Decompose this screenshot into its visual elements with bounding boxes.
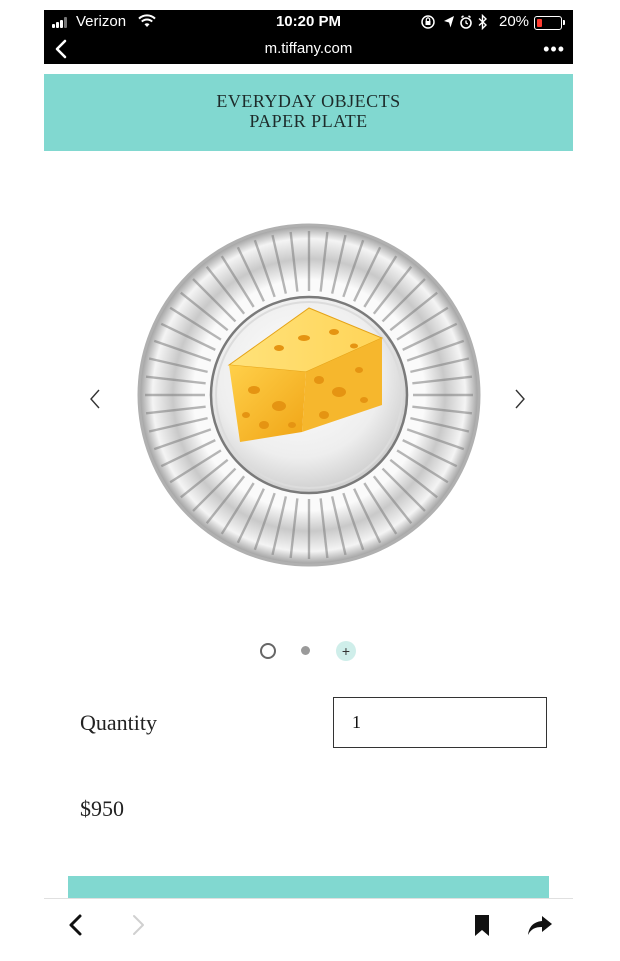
product-image [137,223,481,567]
share-icon[interactable] [526,911,554,939]
location-arrow-icon [444,16,454,28]
chevron-left-icon[interactable] [88,388,102,410]
status-icons [421,14,488,30]
indicator-dot-current[interactable] [260,643,276,659]
product-collection: EVERYDAY OBJECTS [216,91,401,111]
carousel-indicators: + [44,641,573,661]
product-name: PAPER PLATE [249,111,368,131]
product-title-banner: EVERYDAY OBJECTS PAPER PLATE [44,74,573,151]
battery-icon [534,16,565,30]
plus-icon[interactable]: + [336,641,356,661]
system-status-row: Verizon 10:20 PM 20% [44,10,573,34]
url-text[interactable]: m.tiffany.com [44,40,573,57]
chevron-right-icon[interactable] [513,388,527,410]
forward-icon[interactable] [124,911,152,939]
orientation-lock-icon [421,15,435,29]
indicator-dot[interactable] [301,646,310,655]
product-image-carousel[interactable] [44,160,573,630]
battery-percent: 20% [499,13,530,30]
quantity-label: Quantity [80,710,157,735]
more-options-icon[interactable]: ••• [543,39,565,60]
browser-address-bar[interactable]: m.tiffany.com ••• [44,36,573,64]
status-bar: Verizon 10:20 PM 20% m.tiffany.com ••• [44,10,573,64]
price: $950 [80,796,124,821]
bluetooth-icon [478,14,488,30]
back-icon[interactable] [62,911,90,939]
quantity-input[interactable] [333,697,547,748]
browser-toolbar [44,898,573,961]
alarm-icon [460,15,472,29]
add-to-bag-button[interactable] [68,876,549,900]
phone-screen: Verizon 10:20 PM 20% m.tiffany.com ••• E… [44,0,573,961]
bookmarks-icon[interactable] [468,911,496,939]
